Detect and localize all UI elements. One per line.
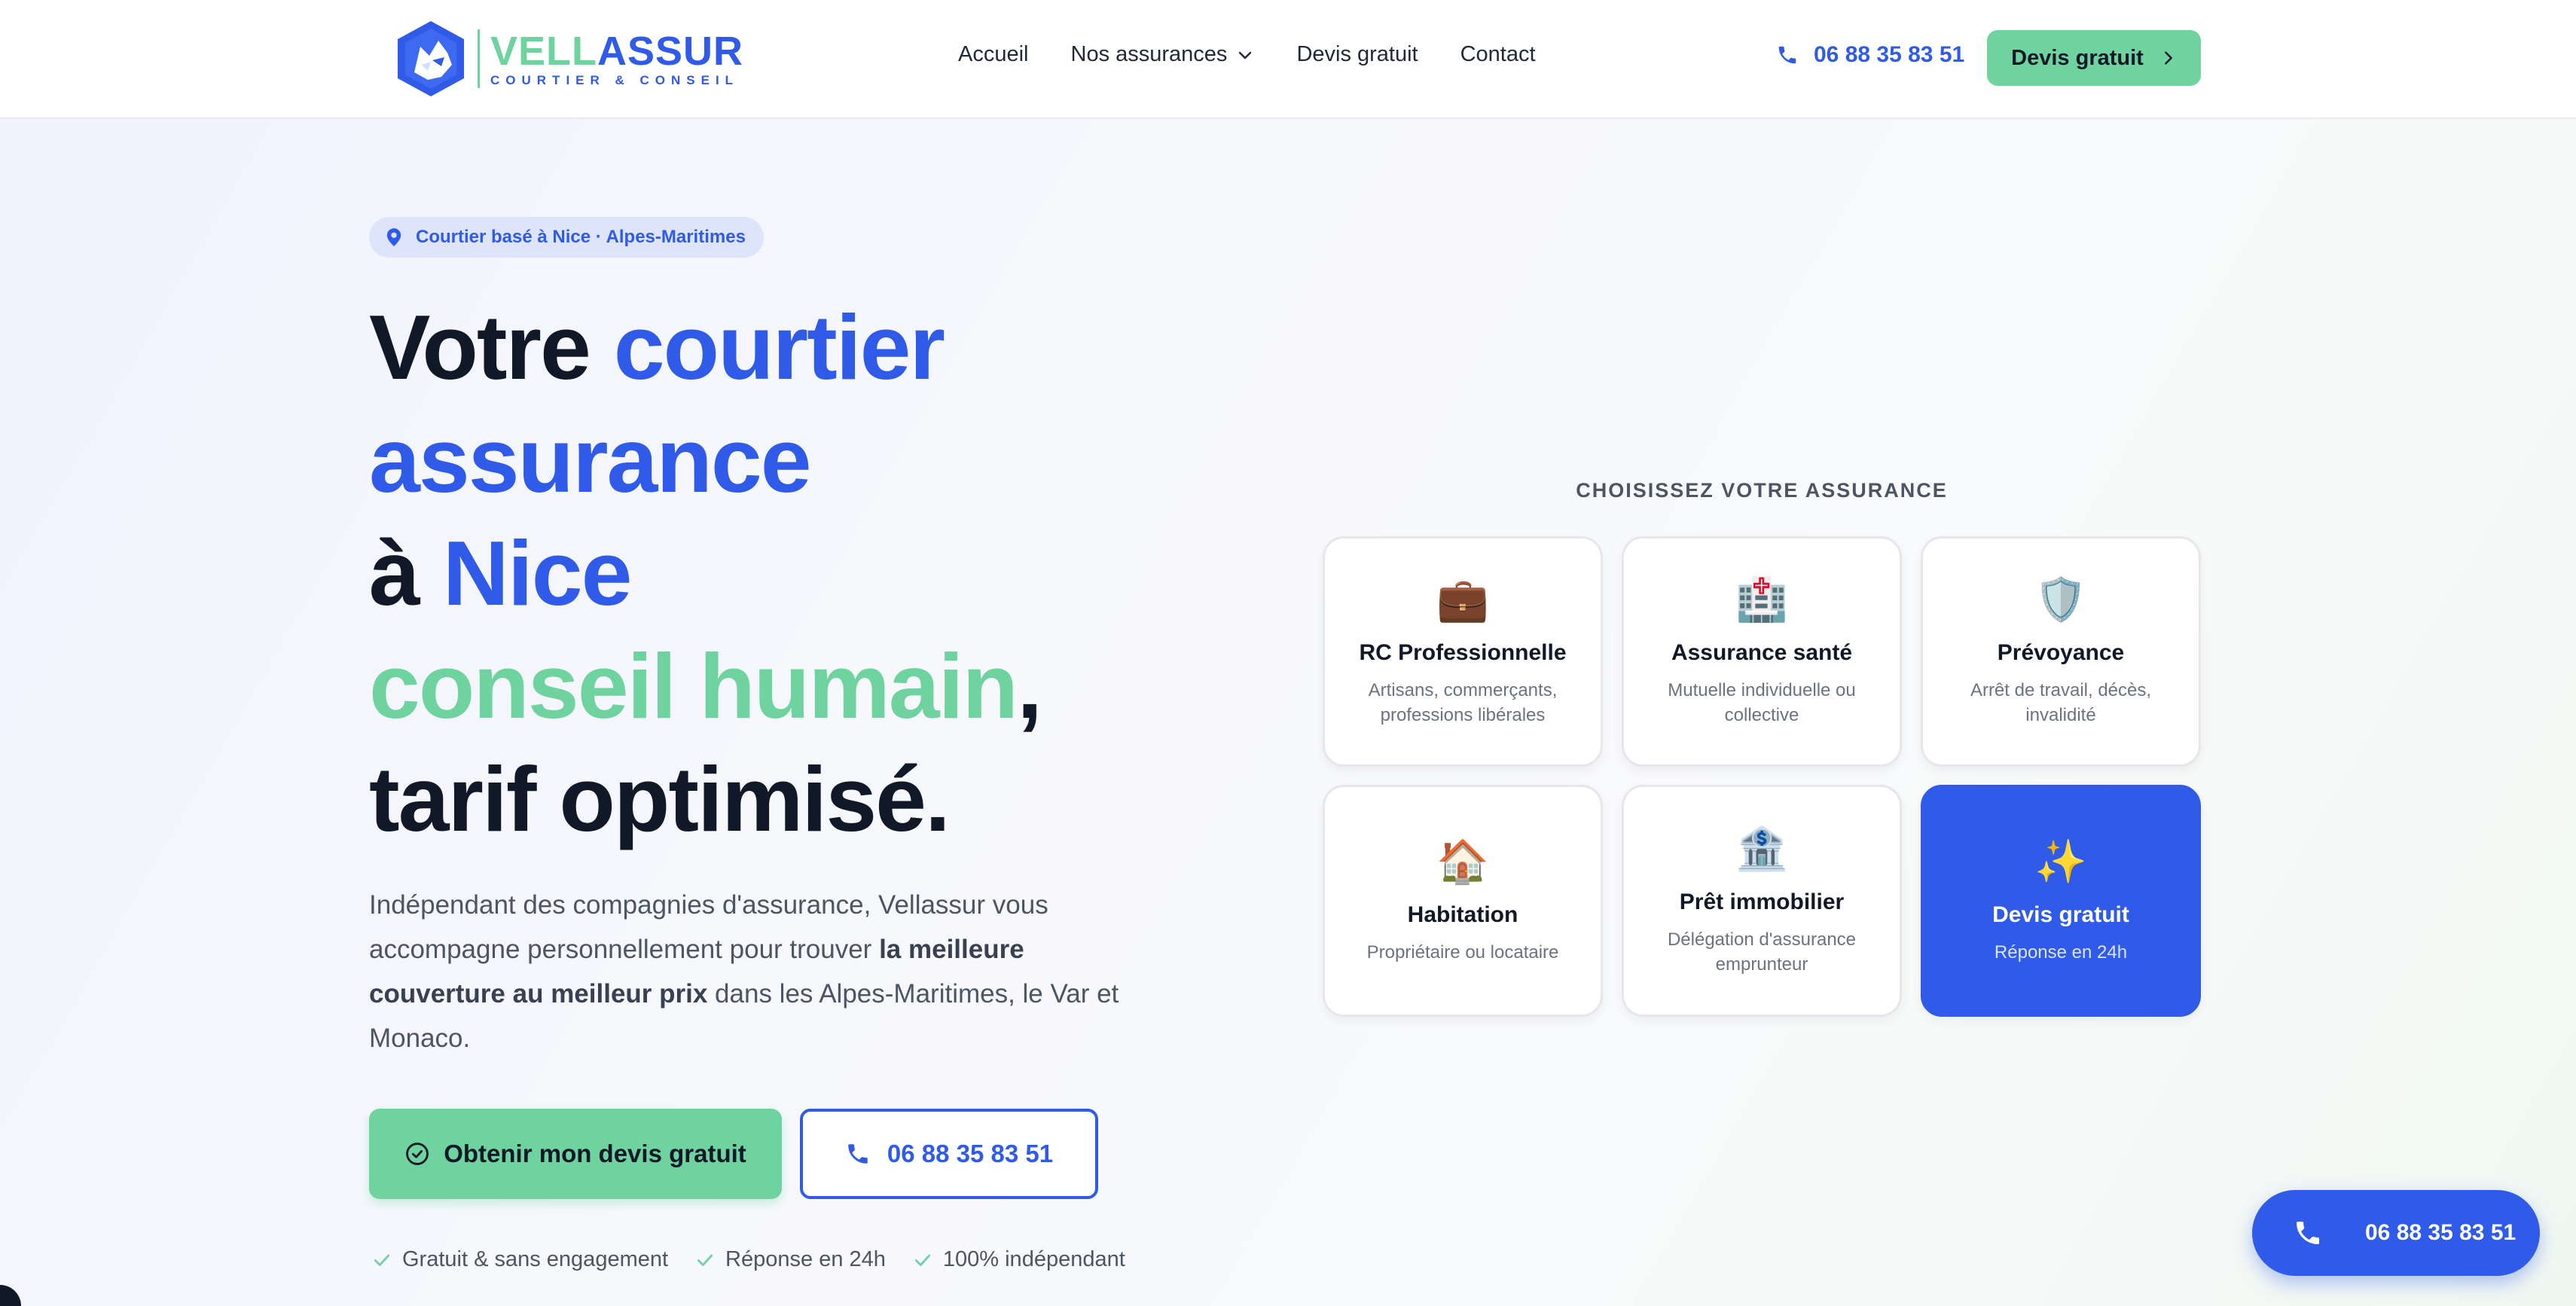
card-description: Propriétaire ou locataire bbox=[1366, 941, 1559, 963]
check-icon bbox=[697, 1254, 713, 1266]
brand-name-part2: ASSUR bbox=[597, 29, 744, 74]
briefcase-icon: 💼 bbox=[1436, 575, 1489, 623]
hero-title-line5: tarif optimisé. bbox=[369, 743, 1041, 856]
site-header: VELLASSUR COURTIER & CONSEIL Accueil Nos… bbox=[0, 0, 2576, 119]
card-title: Prêt immobilier bbox=[1679, 889, 1845, 914]
hospital-icon: 🏥 bbox=[1735, 575, 1788, 623]
call-phone-label: 06 88 35 83 51 bbox=[887, 1140, 1054, 1167]
trust-text: Réponse en 24h bbox=[725, 1247, 886, 1271]
hero-title-accent: conseil humain bbox=[369, 635, 1018, 737]
check-icon bbox=[914, 1254, 930, 1266]
card-description: Arrêt de travail, décès, invalidité bbox=[1970, 680, 2152, 725]
chevron-right-icon bbox=[2164, 51, 2172, 65]
hero-title-highlight: assurance bbox=[369, 409, 812, 511]
header-phone-link[interactable]: 06 88 35 83 51 bbox=[1776, 42, 1964, 68]
house-icon: 🏠 bbox=[1436, 837, 1489, 885]
bank-icon: 🏦 bbox=[1735, 825, 1788, 872]
check-circle-icon bbox=[406, 1143, 429, 1165]
get-quote-label: Obtenir mon devis gratuit bbox=[444, 1140, 746, 1167]
hero-title-text: tarif optimisé. bbox=[369, 748, 951, 850]
nav-item-devis-gratuit[interactable]: Devis gratuit bbox=[1296, 42, 1418, 67]
nav-label: Devis gratuit bbox=[1296, 42, 1418, 66]
hero-title: Votre courtier assurance à Nice conseil … bbox=[369, 291, 1042, 856]
wolf-logo-icon bbox=[398, 21, 464, 96]
card-pret-immobilier[interactable]: 🏦 Prêt immobilier Délégation d'assurance… bbox=[1622, 785, 1902, 1017]
trust-text: 100% indépendant bbox=[942, 1247, 1125, 1271]
card-habitation[interactable]: 🏠 Habitation Propriétaire ou locataire bbox=[1323, 785, 1603, 1017]
nav-label: Accueil bbox=[958, 42, 1029, 66]
card-description: Artisans, commerçants, professions libér… bbox=[1368, 680, 1558, 725]
phone-icon bbox=[1778, 46, 1796, 64]
hero-title-line1: Votre courtier bbox=[369, 291, 1041, 404]
logo[interactable]: VELLASSUR COURTIER & CONSEIL bbox=[392, 18, 743, 99]
trust-item: Gratuit & sans engagement bbox=[372, 1247, 668, 1272]
card-assurance-sante[interactable]: 🏥 Assurance santé Mutuelle individuelle … bbox=[1622, 536, 1902, 767]
trust-item: Réponse en 24h bbox=[695, 1247, 886, 1272]
trust-list: Gratuit & sans engagement Réponse en 24h… bbox=[372, 1247, 1152, 1272]
main-nav: Accueil Nos assurances Devis gratuit Con… bbox=[958, 42, 1578, 67]
brand-tagline: COURTIER & CONSEIL bbox=[490, 73, 740, 87]
hero-title-text: à bbox=[369, 522, 443, 624]
nav-item-contact[interactable]: Contact bbox=[1460, 42, 1536, 67]
hero-description: Indépendant des compagnies d'assurance, … bbox=[369, 883, 1137, 1060]
nav-item-accueil[interactable]: Accueil bbox=[958, 42, 1029, 67]
phone-icon bbox=[848, 1144, 868, 1164]
card-prevoyance[interactable]: 🛡️ Prévoyance Arrêt de travail, décès, i… bbox=[1921, 536, 2201, 767]
trust-text: Gratuit & sans engagement bbox=[402, 1247, 669, 1271]
nav-label: Nos assurances bbox=[1070, 42, 1228, 66]
location-badge-text: Courtier basé à Nice · Alpes-Maritimes bbox=[416, 227, 746, 247]
get-quote-button[interactable]: Obtenir mon devis gratuit bbox=[369, 1109, 782, 1199]
floating-phone-button[interactable]: 06 88 35 83 51 bbox=[2252, 1190, 2540, 1276]
header-cta-label: Devis gratuit bbox=[2011, 45, 2144, 70]
header-phone-number: 06 88 35 83 51 bbox=[1814, 42, 1965, 67]
map-pin-icon bbox=[386, 228, 401, 246]
brand-name-part1: VELL bbox=[490, 29, 598, 74]
card-rc-professionnelle[interactable]: 💼 RC Professionnelle Artisans, commerçan… bbox=[1323, 536, 1603, 767]
card-description: Réponse en 24h bbox=[1994, 941, 2128, 963]
phone-icon bbox=[2297, 1222, 2319, 1244]
logo-text: VELLASSUR COURTIER & CONSEIL bbox=[490, 29, 743, 88]
brand-name: VELLASSUR bbox=[490, 29, 743, 73]
chevron-down-icon bbox=[1239, 51, 1252, 59]
card-title: Assurance santé bbox=[1671, 640, 1853, 665]
hero-title-line4: conseil humain, bbox=[369, 630, 1042, 743]
nav-item-nos-assurances[interactable]: Nos assurances bbox=[1071, 42, 1255, 67]
hero-title-highlight: Nice bbox=[442, 522, 633, 624]
card-description: Délégation d'assurance emprunteur bbox=[1667, 929, 1857, 975]
floating-phone-number: 06 88 35 83 51 bbox=[2365, 1220, 2516, 1245]
location-badge: Courtier basé à Nice · Alpes-Maritimes bbox=[369, 217, 764, 258]
hero-title-text: Votre bbox=[369, 296, 614, 398]
sparkles-icon: ✨ bbox=[2034, 837, 2087, 885]
logo-divider bbox=[478, 29, 480, 88]
card-description: Mutuelle individuelle ou collective bbox=[1668, 680, 1856, 725]
hero-title-line3: à Nice bbox=[369, 517, 1041, 630]
insurance-grid: 💼 RC Professionnelle Artisans, commerçan… bbox=[1323, 536, 2201, 1017]
card-title: Prévoyance bbox=[1997, 640, 2125, 665]
hero-title-highlight: courtier bbox=[613, 296, 945, 398]
card-title: Habitation bbox=[1407, 902, 1518, 927]
trust-item: 100% indépendant bbox=[913, 1247, 1125, 1272]
card-title: RC Professionnelle bbox=[1359, 640, 1567, 665]
check-icon bbox=[374, 1254, 390, 1266]
card-title: Devis gratuit bbox=[1992, 902, 2129, 927]
nav-label: Contact bbox=[1460, 42, 1536, 66]
call-phone-button[interactable]: 06 88 35 83 51 bbox=[800, 1109, 1098, 1199]
hero-title-line2: assurance bbox=[369, 404, 1041, 517]
shield-icon: 🛡️ bbox=[2034, 575, 2087, 623]
corner-decoration bbox=[0, 1285, 21, 1306]
card-devis-gratuit[interactable]: ✨ Devis gratuit Réponse en 24h bbox=[1921, 785, 2201, 1017]
insurance-heading: CHOISISSEZ VOTRE ASSURANCE bbox=[1576, 479, 1948, 502]
header-devis-button[interactable]: Devis gratuit bbox=[1987, 30, 2201, 86]
hero-title-text: , bbox=[1017, 635, 1042, 737]
